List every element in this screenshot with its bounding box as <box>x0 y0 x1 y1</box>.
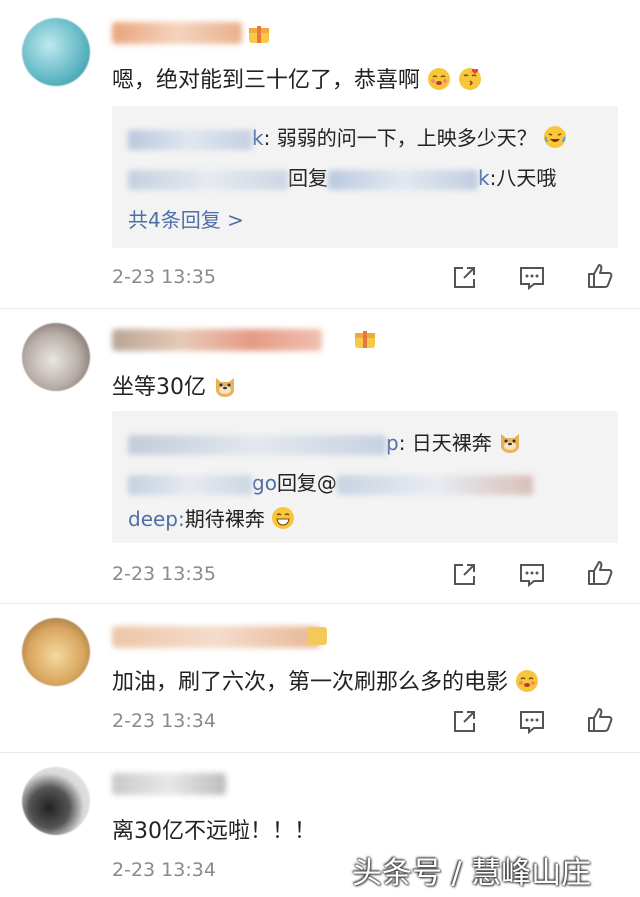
mention-blurred[interactable] <box>328 169 478 190</box>
reply-box[interactable]: k: 弱弱的问一下，上映多少天？ 回复 k:八天哦 共4条回复 > <box>112 106 618 248</box>
emoji-doge-icon <box>216 378 234 397</box>
badge-icon <box>307 627 327 645</box>
timestamp: 2-23 13:34 <box>112 859 216 881</box>
timestamp: 2-23 13:35 <box>112 563 216 585</box>
reply-username-blurred[interactable] <box>128 474 252 495</box>
more-replies-link[interactable]: 共4条回复 > <box>128 204 244 233</box>
comment-text: 离30亿不远啦！！！ <box>112 819 316 844</box>
reply-username-blurred[interactable] <box>128 169 288 190</box>
emoji-doge-icon <box>501 434 520 453</box>
comment-item: 加油，刷了六次，第一次刷那么多的电影 2-23 13:34 <box>0 604 640 750</box>
emoji-grin-icon <box>272 507 295 529</box>
comment-text: 坐等30亿 <box>112 369 237 401</box>
avatar[interactable] <box>22 618 90 686</box>
reply-box[interactable]: p: 日天裸奔 go回复@ deep:期待裸奔 <box>112 411 618 543</box>
username-blurred[interactable] <box>112 773 226 795</box>
comment-text: 嗯，绝对能到三十亿了，恭喜啊 <box>112 62 482 94</box>
comment-icon[interactable] <box>518 561 546 589</box>
comment-text: 加油，刷了六次，第一次刷那么多的电影 <box>112 664 539 696</box>
timestamp: 2-23 13:35 <box>112 266 216 288</box>
comment-icon[interactable] <box>518 708 546 736</box>
avatar[interactable] <box>22 767 90 835</box>
reply-line[interactable]: 回复 k:八天哦 <box>128 162 556 191</box>
thumbs-up-icon[interactable] <box>586 559 614 587</box>
emoji-kiss-icon <box>459 68 482 90</box>
avatar[interactable] <box>22 323 90 391</box>
share-icon[interactable] <box>450 708 478 736</box>
emoji-blush-icon <box>516 670 539 692</box>
reply-username-blurred[interactable] <box>128 434 386 455</box>
emoji-blush-icon <box>428 68 451 90</box>
username-blurred[interactable] <box>112 329 322 351</box>
thumbs-up-icon[interactable] <box>586 262 614 290</box>
username-blurred[interactable] <box>112 626 320 648</box>
comment-item: 坐等30亿 p: 日天裸奔 go回复@ deep:期待裸奔 2-23 13:35 <box>0 309 640 609</box>
mention-blurred[interactable] <box>336 474 533 495</box>
reply-line-continued[interactable]: deep:期待裸奔 <box>128 503 295 532</box>
reply-line[interactable]: p: 日天裸奔 <box>128 427 522 456</box>
timestamp: 2-23 13:34 <box>112 710 216 732</box>
reply-username-blurred[interactable] <box>128 129 252 150</box>
thumbs-up-icon[interactable] <box>586 706 614 734</box>
badge-icon <box>249 26 269 43</box>
avatar[interactable] <box>22 18 90 86</box>
badge-icon <box>355 331 375 348</box>
emoji-laugh-cry-icon <box>544 126 567 148</box>
reply-line[interactable]: k: 弱弱的问一下，上映多少天？ <box>128 122 567 151</box>
share-icon[interactable] <box>450 264 478 292</box>
share-icon[interactable] <box>450 561 478 589</box>
comment-item: 嗯，绝对能到三十亿了，恭喜啊 k: 弱弱的问一下，上映多少天？ 回复 k:八天哦 … <box>0 0 640 308</box>
watermark: 头条号 / 慧峰山庄 <box>352 856 592 891</box>
reply-line[interactable]: go回复@ <box>128 467 533 496</box>
username-blurred[interactable] <box>112 22 242 44</box>
comment-icon[interactable] <box>518 264 546 292</box>
